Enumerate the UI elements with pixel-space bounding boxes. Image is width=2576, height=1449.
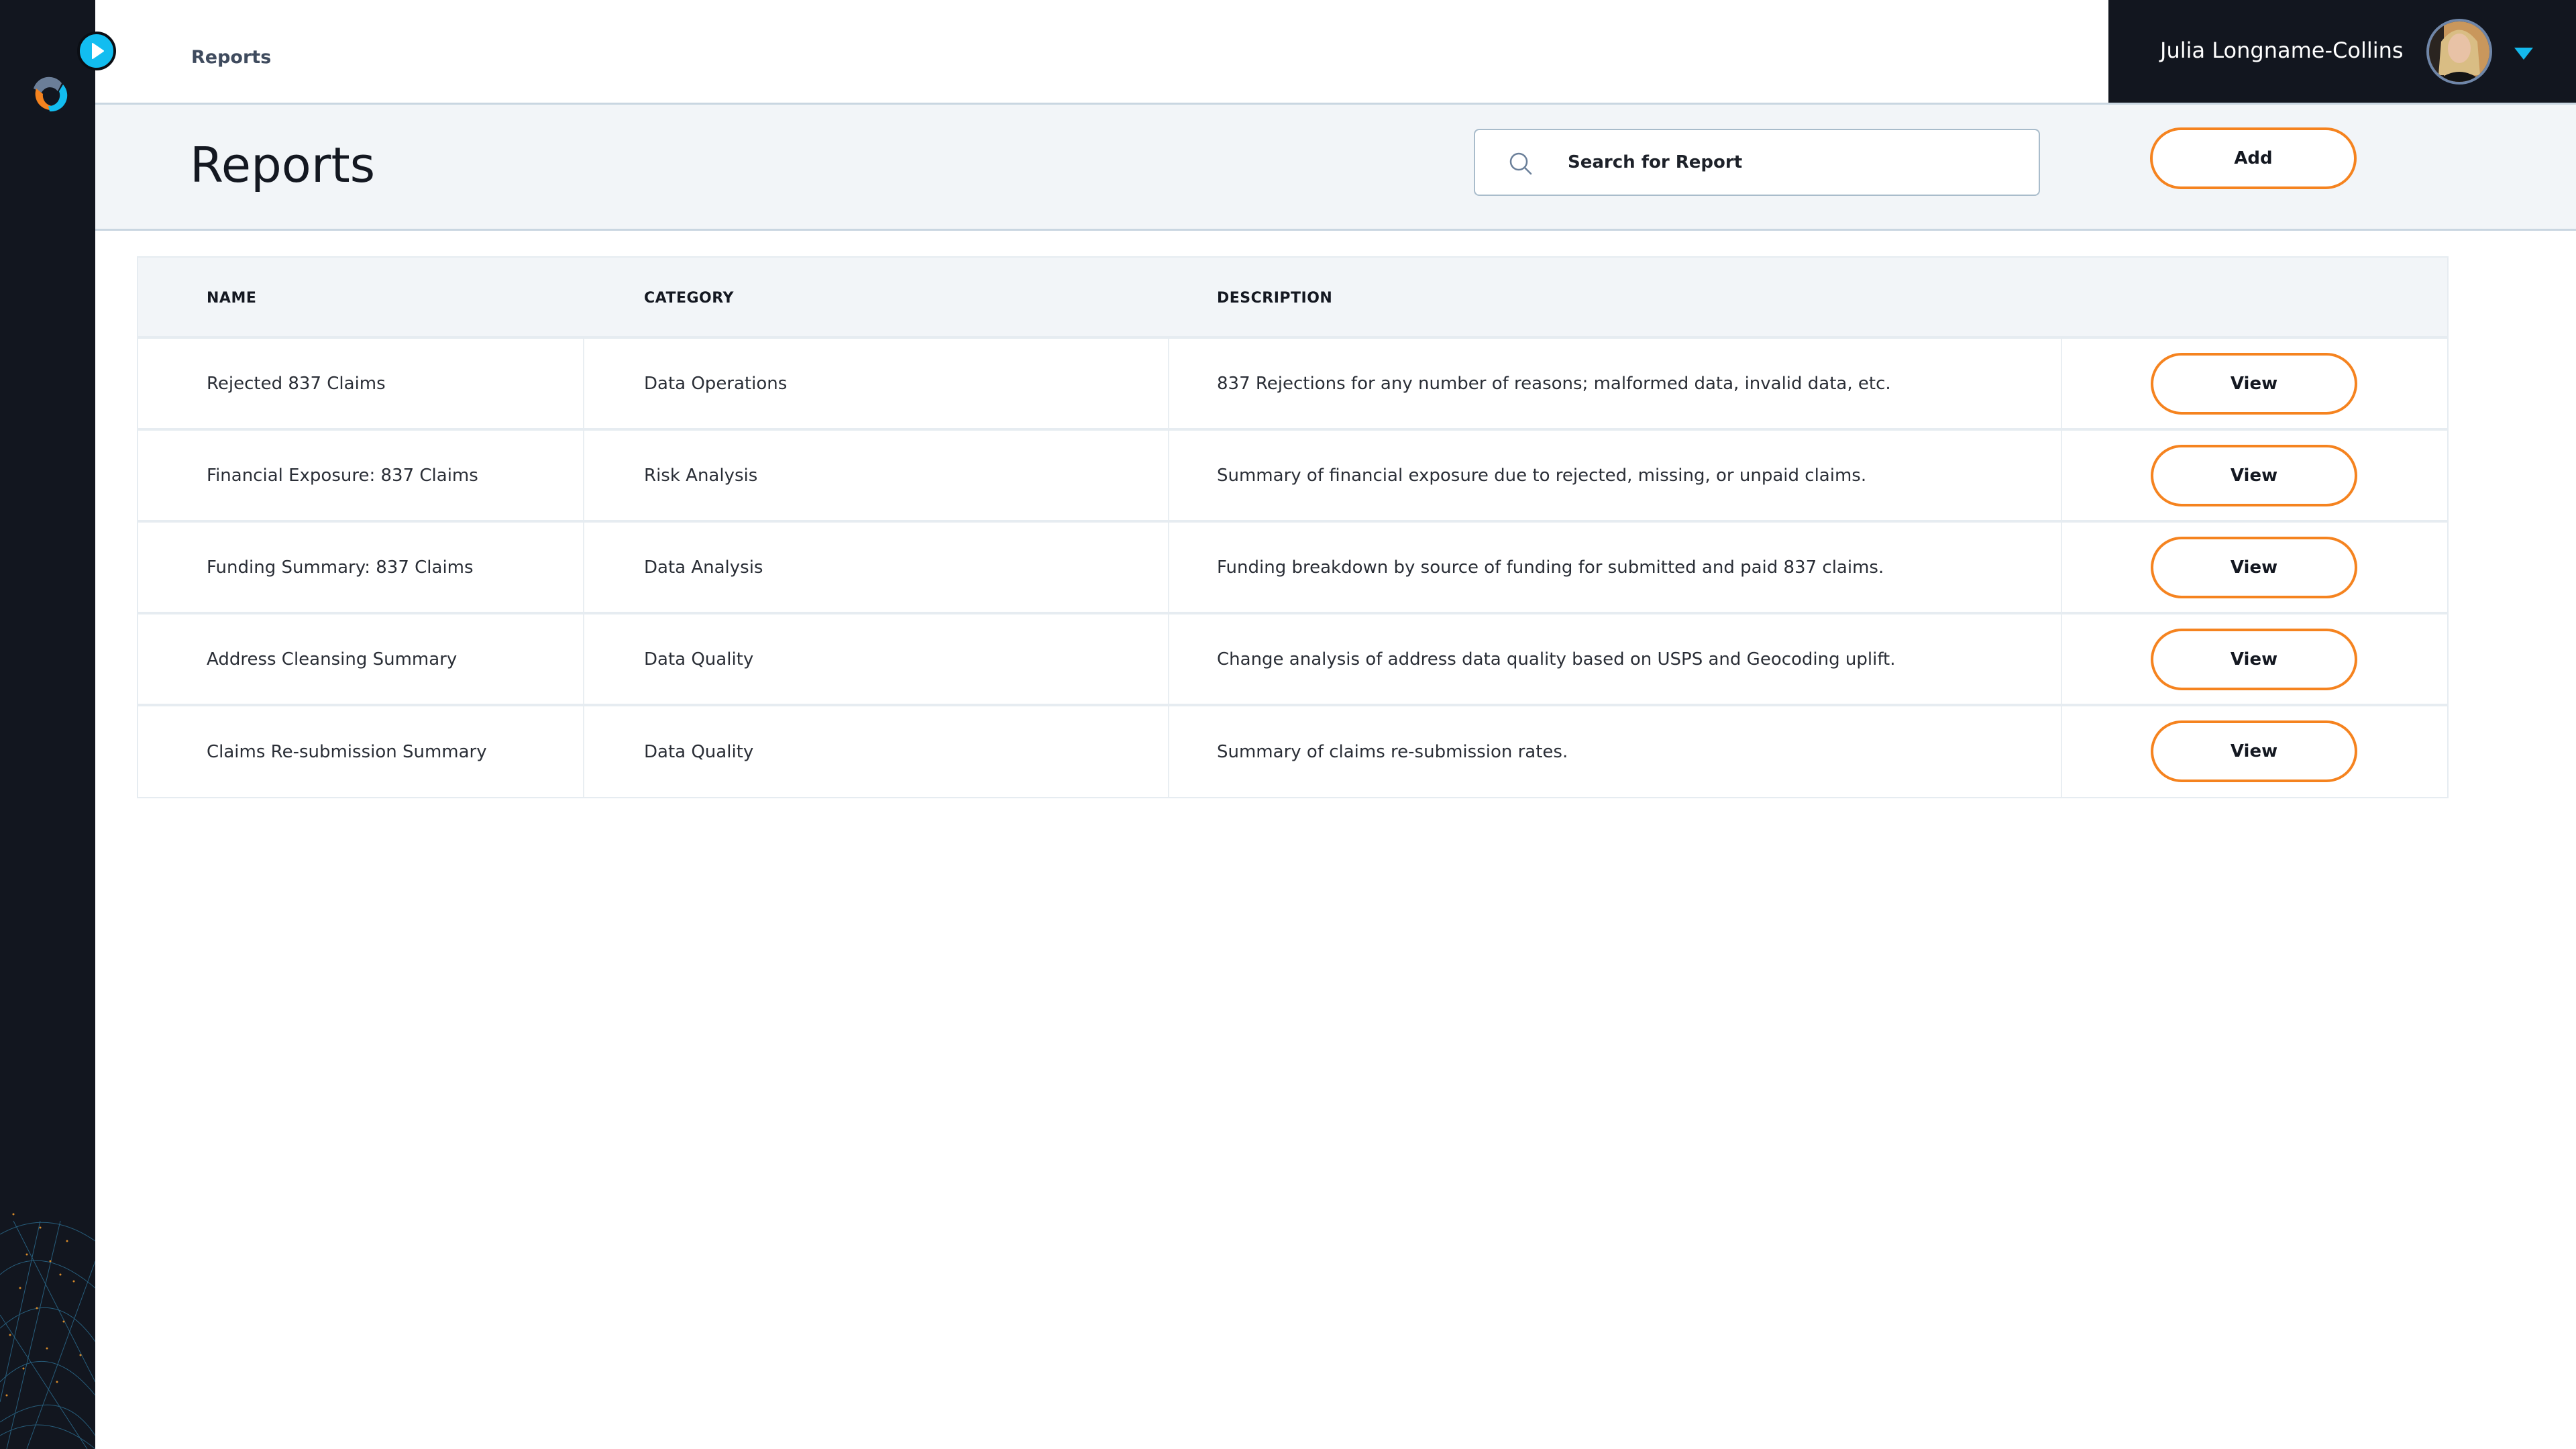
search-input[interactable]: [1568, 130, 2024, 195]
user-menu[interactable]: Julia Longname-Collins: [2108, 0, 2576, 103]
reports-table: NAME CATEGORY DESCRIPTION Rejected 837 C…: [137, 256, 2449, 798]
search-icon: [1509, 152, 1532, 175]
sidebar: [0, 0, 95, 1449]
user-avatar-image: [2429, 21, 2489, 82]
column-divider: [2061, 431, 2062, 520]
report-description: Summary of claims re-submission rates.: [1217, 741, 1568, 762]
report-name: Claims Re-submission Summary: [207, 741, 487, 762]
column-divider: [583, 431, 584, 520]
view-report-button[interactable]: View: [2151, 629, 2357, 690]
add-report-button[interactable]: Add: [2150, 127, 2357, 189]
column-divider: [2061, 339, 2062, 428]
view-report-button[interactable]: View: [2151, 445, 2357, 506]
column-header-description[interactable]: DESCRIPTION: [1217, 290, 1332, 307]
report-category: Data Analysis: [644, 557, 763, 578]
column-divider: [2061, 523, 2062, 612]
report-description: 837 Rejections for any number of reasons…: [1217, 373, 1891, 394]
table-row: Address Cleansing Summary Data Quality C…: [138, 614, 2447, 706]
report-description: Change analysis of address data quality …: [1217, 649, 1896, 669]
report-name: Funding Summary: 837 Claims: [207, 557, 474, 578]
report-name: Financial Exposure: 837 Claims: [207, 465, 478, 486]
top-bar: Reports: [95, 0, 2108, 103]
network-pattern-decoration: [0, 1213, 95, 1449]
report-description: Summary of financial exposure due to rej…: [1217, 465, 1867, 486]
chevron-right-icon: [92, 43, 104, 59]
table-row: Claims Re-submission Summary Data Qualit…: [138, 706, 2447, 797]
orbit-logo-icon[interactable]: [28, 72, 70, 114]
column-header-category[interactable]: CATEGORY: [644, 290, 734, 307]
column-divider: [1168, 431, 1169, 520]
user-name[interactable]: Julia Longname-Collins: [2160, 38, 2404, 63]
view-report-button[interactable]: View: [2151, 353, 2357, 415]
column-divider: [2061, 614, 2062, 704]
column-divider: [1168, 523, 1169, 612]
column-divider: [583, 523, 584, 612]
report-name: Address Cleansing Summary: [207, 649, 458, 669]
report-category: Data Quality: [644, 741, 754, 762]
breadcrumb-reports[interactable]: Reports: [191, 47, 271, 68]
page-title: Reports: [190, 137, 376, 193]
column-divider: [583, 706, 584, 797]
report-description: Funding breakdown by source of funding f…: [1217, 557, 1884, 578]
table-row: Funding Summary: 837 Claims Data Analysi…: [138, 523, 2447, 614]
search-box[interactable]: [1474, 129, 2040, 196]
expand-sidebar-button[interactable]: [77, 32, 116, 70]
table-row: Rejected 837 Claims Data Operations 837 …: [138, 339, 2447, 431]
report-category: Data Quality: [644, 649, 754, 669]
table-header: NAME CATEGORY DESCRIPTION: [138, 258, 2447, 339]
column-divider: [583, 339, 584, 428]
table-row: Financial Exposure: 837 Claims Risk Anal…: [138, 431, 2447, 523]
column-divider: [1168, 339, 1169, 428]
avatar[interactable]: [2426, 19, 2492, 85]
view-report-button[interactable]: View: [2151, 720, 2357, 782]
caret-down-icon[interactable]: [2514, 48, 2533, 60]
view-report-button[interactable]: View: [2151, 537, 2357, 598]
report-category: Data Operations: [644, 373, 788, 394]
page-header: Reports Add: [95, 103, 2576, 231]
column-header-name[interactable]: NAME: [207, 290, 256, 307]
column-divider: [1168, 706, 1169, 797]
column-divider: [2061, 706, 2062, 797]
column-divider: [583, 614, 584, 704]
column-divider: [1168, 614, 1169, 704]
report-name: Rejected 837 Claims: [207, 373, 386, 394]
report-category: Risk Analysis: [644, 465, 758, 486]
